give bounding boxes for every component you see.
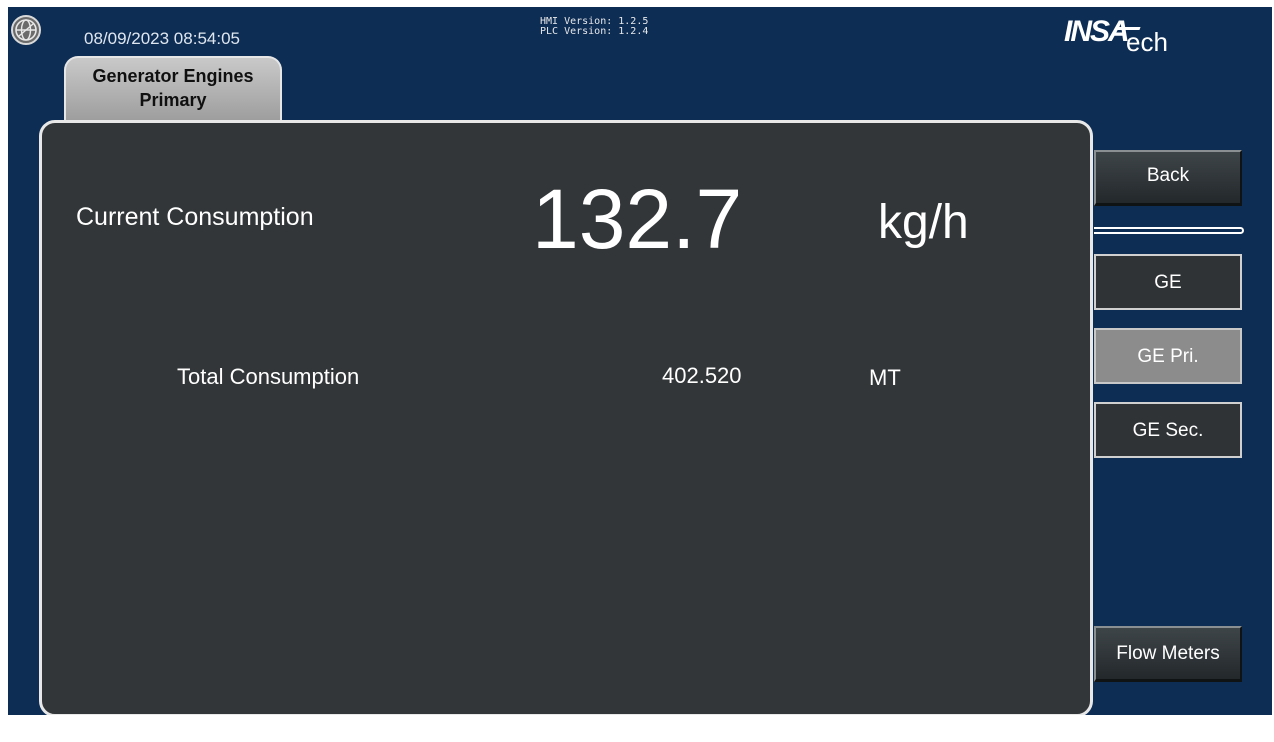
current-consumption-value: 132.7: [532, 172, 743, 266]
total-consumption-unit: MT: [869, 365, 901, 390]
page-tab-generator-engines-primary: Generator Engines Primary: [64, 56, 282, 120]
brand-logo: INSA ech: [1064, 15, 1168, 57]
nav-divider: [1094, 227, 1244, 234]
total-consumption-label: Total Consumption: [177, 364, 360, 389]
page-tab-line1: Generator Engines: [92, 66, 254, 86]
current-consumption-unit: kg/h: [878, 196, 969, 249]
page-tab-line2: Primary: [139, 90, 207, 110]
version-info: HMI Version: 1.2.5 PLC Version: 1.2.4: [540, 17, 648, 37]
total-consumption-value: 402.520: [662, 363, 742, 388]
flow-meters-button[interactable]: Flow Meters: [1094, 626, 1242, 682]
consumption-panel: Current Consumption 132.7 kg/h Total Con…: [39, 120, 1093, 715]
hmi-screen: 08/09/2023 08:54:05 HMI Version: 1.2.5 PL…: [8, 7, 1272, 715]
plc-version: PLC Version: 1.2.4: [540, 26, 649, 37]
datetime-display: 08/09/2023 08:54:05: [84, 29, 240, 48]
ge-button[interactable]: GE: [1094, 254, 1242, 310]
globe-icon: [11, 15, 41, 45]
current-consumption-label: Current Consumption: [76, 203, 314, 231]
ge-pri-button[interactable]: GE Pri.: [1094, 328, 1242, 384]
back-button[interactable]: Back: [1094, 150, 1242, 206]
ge-sec-button[interactable]: GE Sec.: [1094, 402, 1242, 458]
